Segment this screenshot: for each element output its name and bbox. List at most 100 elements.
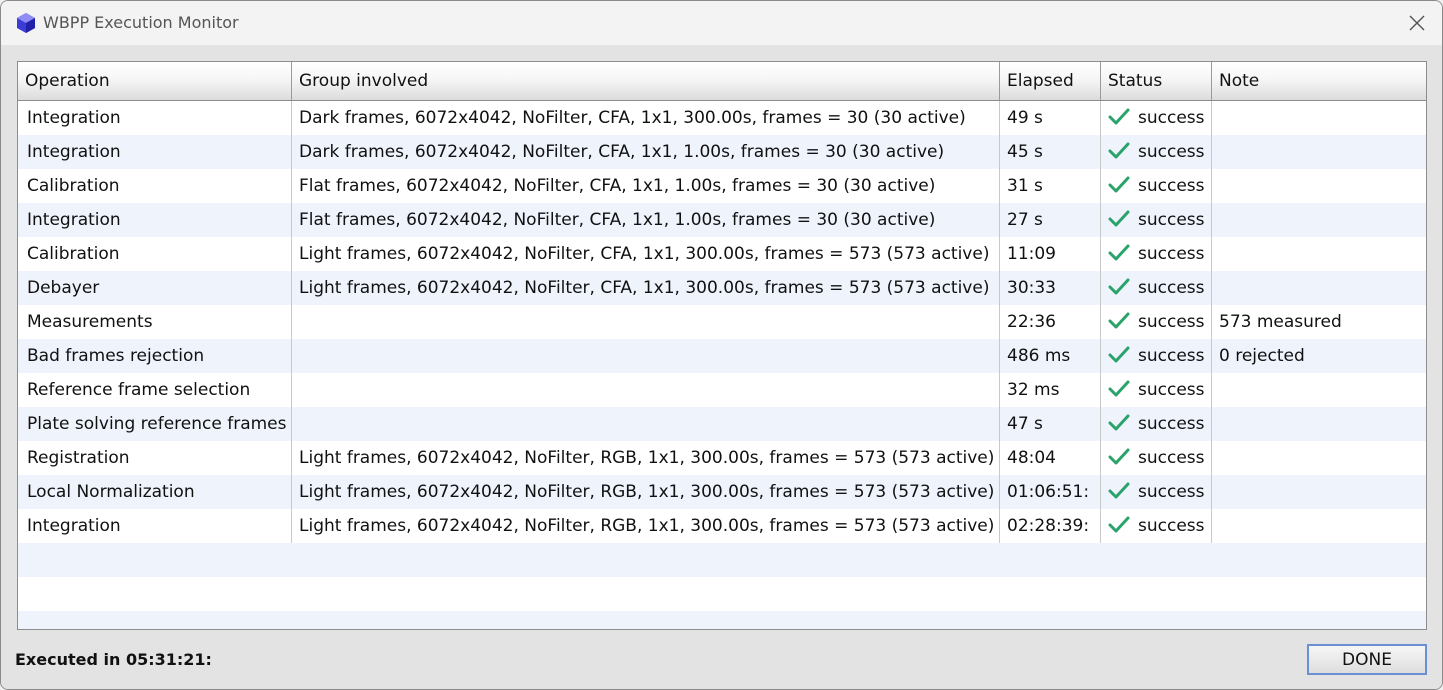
cell-note <box>1212 203 1426 237</box>
wbpp-app-icon <box>17 13 35 33</box>
checkmark-icon <box>1108 516 1130 532</box>
table-row[interactable]: Local Normalization Light frames, 6072x40… <box>18 475 1426 509</box>
cell-note <box>1212 373 1426 407</box>
table-row[interactable]: Reference frame selection 32 ms success <box>18 373 1426 407</box>
cell-status: success <box>1101 101 1212 135</box>
cell-status: success <box>1101 271 1212 305</box>
cell-status: success <box>1101 305 1212 339</box>
close-button[interactable] <box>1402 9 1432 37</box>
cell-operation: Calibration <box>18 169 292 203</box>
cell-operation: Measurements <box>18 305 292 339</box>
cell-status: success <box>1101 169 1212 203</box>
cell-operation: Registration <box>18 441 292 475</box>
table-header: Operation Group involved Elapsed Status … <box>18 62 1426 101</box>
status-text: success <box>1138 448 1205 468</box>
done-button-label: DONE <box>1342 649 1392 670</box>
table-row[interactable]: Plate solving reference frames 47 s succes… <box>18 407 1426 441</box>
table-row[interactable]: Integration Flat frames, 6072x4042, NoFil… <box>18 203 1426 237</box>
cell-elapsed: 27 s <box>1000 203 1101 237</box>
cell-note <box>1212 407 1426 441</box>
column-header-elapsed[interactable]: Elapsed <box>1000 62 1101 100</box>
checkmark-icon <box>1108 142 1130 158</box>
cell-group-involved: Flat frames, 6072x4042, NoFilter, CFA, 1… <box>292 203 1000 237</box>
cell-note <box>1212 509 1426 543</box>
cell-elapsed: 48:04 <box>1000 441 1101 475</box>
cell-status: success <box>1101 135 1212 169</box>
column-header-group-involved[interactable]: Group involved <box>292 62 1000 100</box>
cell-group-involved <box>292 373 1000 407</box>
status-text: success <box>1138 244 1205 264</box>
table-row[interactable]: Integration Dark frames, 6072x4042, NoFil… <box>18 135 1426 169</box>
empty-table-row <box>18 543 1426 577</box>
checkmark-icon <box>1108 482 1130 498</box>
table-row[interactable]: Measurements 22:36 success 573 measured <box>18 305 1426 339</box>
status-text: success <box>1138 516 1205 536</box>
status-text: success <box>1138 142 1205 162</box>
cell-operation: Integration <box>18 101 292 135</box>
cell-operation: Reference frame selection <box>18 373 292 407</box>
checkmark-icon <box>1108 312 1130 328</box>
cell-note <box>1212 101 1426 135</box>
status-text: success <box>1138 176 1205 196</box>
cell-operation: Bad frames rejection <box>18 339 292 373</box>
close-icon <box>1409 15 1425 31</box>
dialog-body: Operation Group involved Elapsed Status … <box>1 46 1442 689</box>
cell-group-involved: Dark frames, 6072x4042, NoFilter, CFA, 1… <box>292 135 1000 169</box>
status-text: success <box>1138 210 1205 230</box>
table-row[interactable]: Integration Light frames, 6072x4042, NoFi… <box>18 509 1426 543</box>
cell-group-involved <box>292 339 1000 373</box>
cell-group-involved: Light frames, 6072x4042, NoFilter, CFA, … <box>292 237 1000 271</box>
cell-operation: Debayer <box>18 271 292 305</box>
cell-elapsed: 32 ms <box>1000 373 1101 407</box>
cell-elapsed: 02:28:39: <box>1000 509 1101 543</box>
cell-elapsed: 47 s <box>1000 407 1101 441</box>
table-row[interactable]: Calibration Light frames, 6072x4042, NoFi… <box>18 237 1426 271</box>
table-row[interactable]: Debayer Light frames, 6072x4042, NoFilter… <box>18 271 1426 305</box>
checkmark-icon <box>1108 380 1130 396</box>
cell-group-involved: Light frames, 6072x4042, NoFilter, RGB, … <box>292 509 1000 543</box>
checkmark-icon <box>1108 346 1130 362</box>
table-row[interactable]: Integration Dark frames, 6072x4042, NoFil… <box>18 101 1426 135</box>
cell-elapsed: 22:36 <box>1000 305 1101 339</box>
cell-note <box>1212 135 1426 169</box>
done-button[interactable]: DONE <box>1307 644 1427 675</box>
status-text: success <box>1138 312 1205 332</box>
table-row[interactable]: Bad frames rejection 486 ms success 0 rejec… <box>18 339 1426 373</box>
cell-note: 0 rejected <box>1219 346 1305 366</box>
table-row[interactable]: Registration Light frames, 6072x4042, NoF… <box>18 441 1426 475</box>
cell-elapsed: 30:33 <box>1000 271 1101 305</box>
checkmark-icon <box>1108 414 1130 430</box>
cell-elapsed: 486 ms <box>1000 339 1101 373</box>
cell-status: success <box>1101 373 1212 407</box>
cell-status: success <box>1101 441 1212 475</box>
table-row[interactable]: Calibration Flat frames, 6072x4042, NoFil… <box>18 169 1426 203</box>
cell-group-involved: Light frames, 6072x4042, NoFilter, RGB, … <box>292 441 1000 475</box>
cell-operation: Integration <box>18 203 292 237</box>
status-text: success <box>1138 380 1205 400</box>
cell-operation: Integration <box>18 509 292 543</box>
cell-note: 573 measured <box>1219 312 1342 332</box>
title-bar: WBPP Execution Monitor <box>1 1 1442 46</box>
cell-operation: Plate solving reference frames <box>18 407 292 441</box>
cell-elapsed: 49 s <box>1000 101 1101 135</box>
cell-elapsed: 45 s <box>1000 135 1101 169</box>
cell-note <box>1212 441 1426 475</box>
column-header-operation[interactable]: Operation <box>18 62 292 100</box>
cell-note <box>1212 237 1426 271</box>
cell-group-involved <box>292 407 1000 441</box>
cell-elapsed: 01:06:51: <box>1000 475 1101 509</box>
checkmark-icon <box>1108 108 1130 124</box>
cell-status: success <box>1101 407 1212 441</box>
window-title: WBPP Execution Monitor <box>43 13 239 32</box>
cell-operation: Calibration <box>18 237 292 271</box>
column-header-status[interactable]: Status <box>1101 62 1212 100</box>
status-text: success <box>1138 346 1205 366</box>
cell-group-involved: Dark frames, 6072x4042, NoFilter, CFA, 1… <box>292 101 1000 135</box>
cell-group-involved: Light frames, 6072x4042, NoFilter, RGB, … <box>292 475 1000 509</box>
checkmark-icon <box>1108 176 1130 192</box>
status-text: success <box>1138 278 1205 298</box>
cell-group-involved: Light frames, 6072x4042, NoFilter, CFA, … <box>292 271 1000 305</box>
column-header-note[interactable]: Note <box>1212 62 1426 100</box>
cell-status: success <box>1101 509 1212 543</box>
execution-table[interactable]: Operation Group involved Elapsed Status … <box>17 61 1427 630</box>
